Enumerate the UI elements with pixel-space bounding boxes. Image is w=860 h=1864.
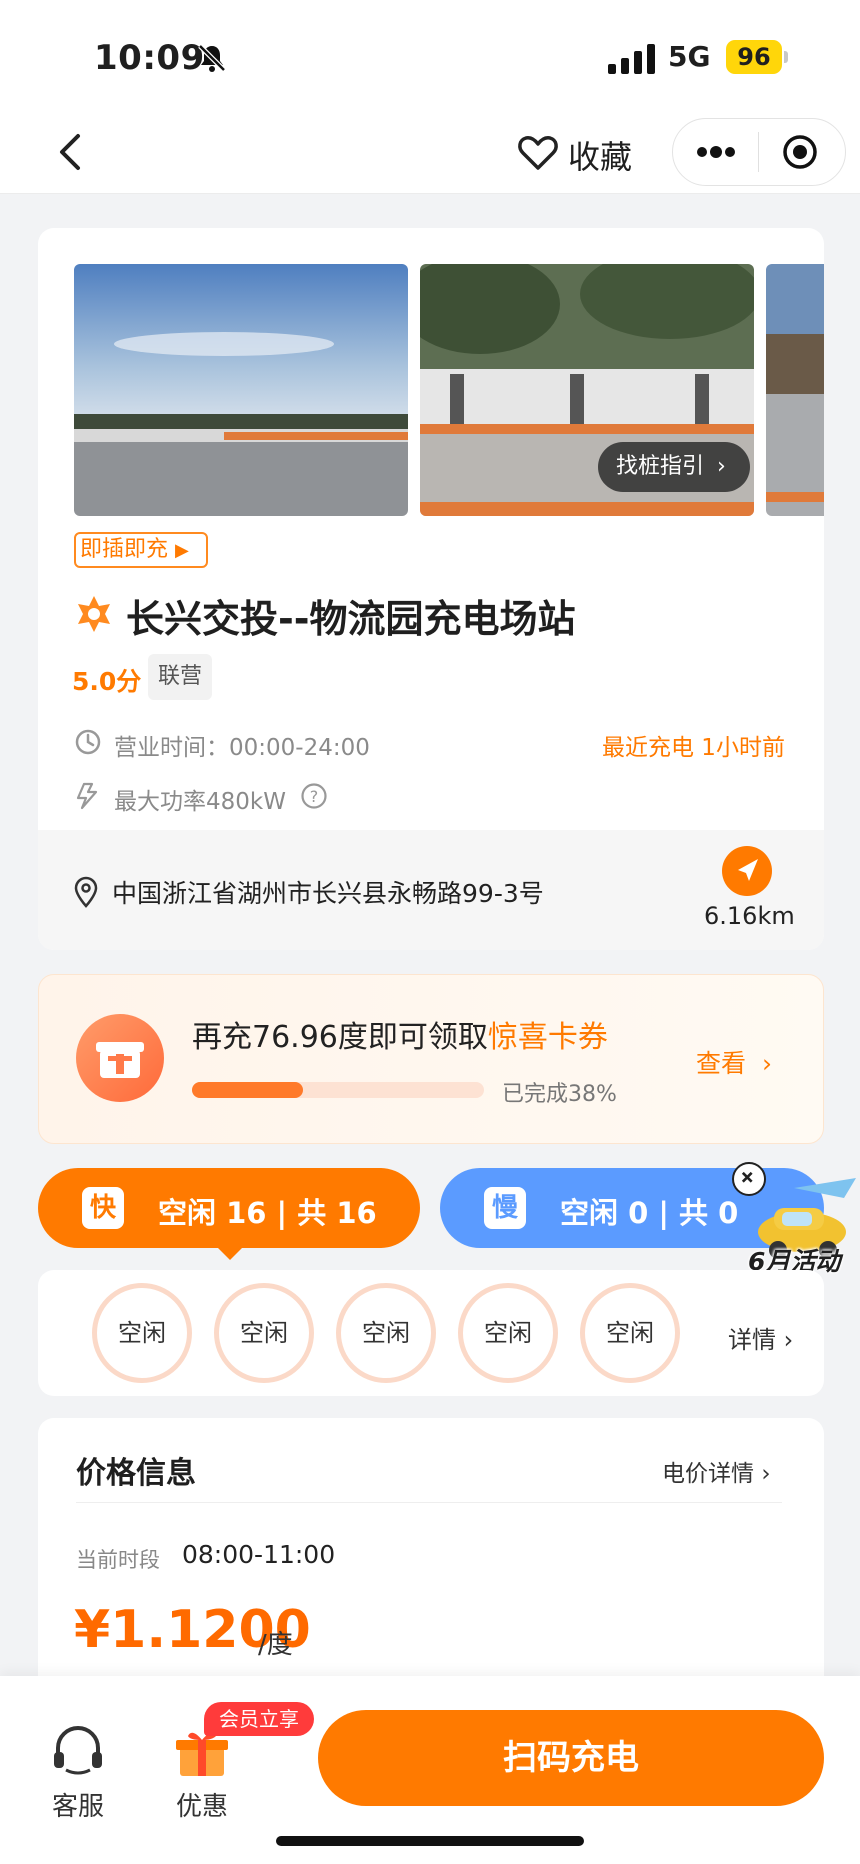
close-target-icon[interactable] (782, 134, 818, 170)
heart-icon[interactable] (516, 130, 560, 174)
signal-icon (608, 44, 655, 74)
discount-label: 优惠 (176, 1792, 229, 1822)
status-time: 10:09 (94, 38, 205, 78)
rating: 5.0分 (72, 667, 142, 696)
play-triangle-icon: ▶ (175, 540, 189, 561)
active-tab-pointer (216, 1246, 244, 1260)
period-value: 08:00-11:00 (182, 1540, 336, 1569)
chevron-right-icon: › (761, 1049, 772, 1078)
hours-label: 营业时间： (114, 735, 229, 761)
charger-slot[interactable]: 空闲 (214, 1283, 314, 1383)
promo-highlight: 惊喜卡券 (487, 1020, 608, 1055)
charger-slot[interactable]: 空闲 (92, 1283, 192, 1383)
navigation-arrow-icon (738, 859, 758, 881)
capsule-divider (758, 132, 759, 172)
guide-label: 找桩指引 (616, 454, 705, 479)
gift-coupon-icon (76, 1014, 164, 1102)
station-badge-icon (78, 596, 110, 632)
hours-value: 00:00-24:00 (229, 735, 370, 761)
scan-to-charge-button[interactable]: 扫码充电 (318, 1710, 824, 1806)
more-dots-icon[interactable] (694, 138, 738, 166)
service-label: 客服 (52, 1792, 105, 1822)
station-name: 长兴交投--物流园充电场站 (126, 597, 576, 641)
station-photo-partial[interactable] (766, 264, 824, 516)
chevron-right-icon: › (717, 454, 726, 479)
slow-badge: 慢 (484, 1187, 526, 1229)
close-activity-icon[interactable] (732, 1162, 766, 1196)
charger-details-link[interactable]: 详情 › (728, 1320, 793, 1355)
station-address: 中国浙江省湖州市长兴县永畅路99-3号 (112, 879, 544, 908)
details-label: 详情 (728, 1326, 776, 1354)
recent-charge: 最近充电 1小时前 (602, 735, 785, 761)
promo-prefix: 再充76.96度即可领取 (192, 1020, 488, 1055)
back-icon[interactable] (52, 130, 88, 174)
member-badge: 会员立享 (204, 1702, 314, 1736)
bell-muted-icon (198, 44, 226, 72)
battery-tip (784, 51, 788, 63)
divider (76, 1502, 782, 1503)
fast-status: 空闲 16 | 共 16 (158, 1196, 377, 1230)
location-pin-icon (74, 876, 98, 908)
customer-service-button[interactable]: 客服 (48, 1726, 108, 1822)
view-label: 查看 (696, 1049, 747, 1078)
svg-text:?: ? (310, 787, 319, 806)
slow-status: 空闲 0 | 共 0 (560, 1196, 739, 1230)
progress-fill (192, 1082, 303, 1098)
charger-slot[interactable]: 空闲 (336, 1283, 436, 1383)
lightning-icon (76, 782, 98, 810)
headset-icon (54, 1726, 102, 1775)
operator-tag: 联营 (148, 654, 212, 700)
price-detail-label: 电价详情 (662, 1461, 754, 1487)
help-icon[interactable]: ? (300, 782, 328, 810)
find-charger-guide-button[interactable]: 找桩指引 › (598, 442, 750, 492)
promo-text: 再充76.96度即可领取惊喜卡券 (192, 1012, 608, 1056)
close-icon (741, 1171, 753, 1183)
charger-slot[interactable]: 空闲 (458, 1283, 558, 1383)
charger-slot[interactable]: 空闲 (580, 1283, 680, 1383)
price-title: 价格信息 (76, 1456, 196, 1491)
favorite-label[interactable]: 收藏 (568, 132, 632, 178)
plug-and-charge-tag: 即插即充 ▶ (74, 532, 208, 568)
period-label: 当前时段 (76, 1548, 160, 1572)
home-indicator (276, 1836, 584, 1846)
chevron-right-icon: › (761, 1461, 771, 1487)
max-power: 最大功率480kW (114, 789, 286, 815)
price-unit: /度 (258, 1630, 293, 1660)
distance: 6.16km (704, 902, 795, 930)
clock-icon (75, 729, 101, 755)
discount-button[interactable]: 优惠 (172, 1726, 232, 1822)
price-detail-link[interactable]: 电价详情 › (662, 1454, 771, 1488)
navigate-button[interactable] (722, 846, 772, 896)
view-coupon-link[interactable]: 查看 › (696, 1044, 772, 1080)
business-hours: 营业时间：00:00-24:00 (114, 728, 370, 762)
battery-level: 96 (726, 40, 782, 74)
progress-label: 已完成38% (502, 1082, 617, 1107)
fast-badge: 快 (82, 1187, 124, 1229)
fast-charger-tab[interactable]: 快 空闲 16 | 共 16 (38, 1168, 420, 1248)
station-photo[interactable] (74, 264, 408, 516)
network-type: 5G (668, 40, 711, 73)
chevron-right-icon: › (783, 1326, 794, 1354)
plug-tag-label: 即插即充 (80, 537, 169, 562)
